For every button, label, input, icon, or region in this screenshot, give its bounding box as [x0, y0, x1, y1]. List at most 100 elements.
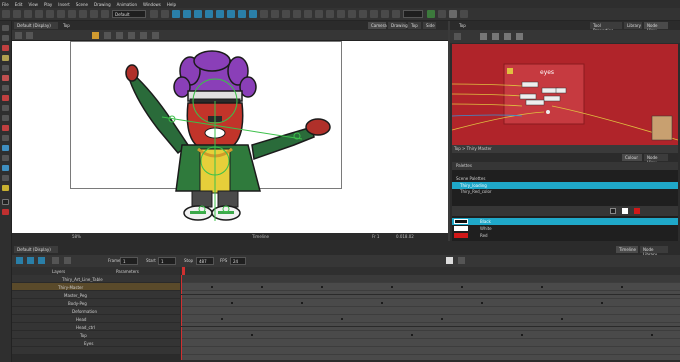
script-icon[interactable] — [438, 10, 446, 18]
node-graph[interactable]: eyes — [452, 44, 678, 145]
character-drawing[interactable] — [12, 41, 448, 233]
stroke-icon[interactable] — [348, 10, 356, 18]
import-icon[interactable] — [90, 10, 98, 18]
undo-icon[interactable] — [35, 10, 43, 18]
menu-insert[interactable]: Insert — [58, 2, 69, 7]
tab-side[interactable]: Side — [423, 22, 436, 29]
tab-node-view[interactable]: Node View — [644, 22, 668, 33]
tab-drawing[interactable]: Drawing — [388, 22, 408, 29]
link-icon[interactable] — [116, 32, 123, 39]
draw-mode-icon[interactable] — [427, 10, 435, 18]
line-icon[interactable] — [370, 10, 378, 18]
text-tool-icon[interactable] — [2, 65, 9, 71]
node-breadcrumb[interactable]: Top > Thiry Master — [454, 146, 492, 151]
dropper-tool-icon[interactable] — [2, 145, 9, 151]
new-icon[interactable] — [2, 10, 10, 18]
start-input[interactable]: 1 — [158, 257, 176, 265]
layer-row[interactable]: Thiry-Master — [12, 283, 180, 291]
camera-icon[interactable] — [293, 10, 301, 18]
menu-play[interactable]: Play — [44, 2, 52, 7]
hand-tool-icon[interactable] — [2, 155, 9, 161]
menu-scene[interactable]: Scene — [76, 2, 88, 7]
transform-icon[interactable] — [172, 10, 180, 18]
eraser-tool-icon[interactable] — [2, 75, 9, 81]
layer-row[interactable]: Master_Peg — [12, 291, 180, 299]
pan-icon[interactable] — [326, 10, 334, 18]
timeline-grid[interactable] — [181, 275, 680, 360]
playhead[interactable] — [182, 267, 185, 275]
red-swatch-icon[interactable] — [634, 208, 640, 214]
frame-ruler[interactable] — [181, 267, 680, 275]
layer-row[interactable]: Top — [12, 331, 180, 339]
onion-skin-icon[interactable] — [458, 257, 465, 264]
brush-tool-icon[interactable] — [2, 45, 9, 51]
redo-icon[interactable] — [46, 10, 54, 18]
paste-icon[interactable] — [79, 10, 87, 18]
morph-icon[interactable] — [227, 10, 235, 18]
grid-icon[interactable] — [282, 10, 290, 18]
tab-timeline[interactable]: Timeline — [616, 246, 638, 253]
tab-node-library[interactable]: Node Library — [640, 246, 668, 257]
cutter-tool-icon[interactable] — [2, 85, 9, 91]
reset-icon[interactable] — [337, 10, 345, 18]
rotate-view-icon[interactable] — [2, 175, 9, 181]
node-view-canvas[interactable]: eyes — [452, 44, 678, 145]
workspace-dropdown[interactable]: Default — [112, 10, 146, 18]
palette-item-selected[interactable]: Thiry_loading — [452, 182, 678, 189]
render-icon[interactable] — [449, 10, 457, 18]
sound-icon[interactable] — [64, 257, 71, 264]
node-group-icon[interactable] — [504, 33, 511, 40]
rotate-icon[interactable] — [183, 10, 191, 18]
rectangle-tool-icon[interactable] — [2, 115, 9, 121]
menu-edit[interactable]: Edit — [15, 2, 23, 7]
frame-input[interactable]: 1 — [120, 257, 138, 265]
key-icon[interactable] — [381, 10, 389, 18]
menu-windows[interactable]: Windows — [143, 2, 161, 7]
contour-editor-icon[interactable] — [2, 35, 9, 41]
motion-icon[interactable] — [392, 10, 400, 18]
palette-item-red[interactable]: Thiry_Red_color — [452, 189, 678, 195]
tab-colour[interactable]: Colour — [622, 154, 642, 161]
black-swatch-icon[interactable] — [610, 208, 616, 214]
layer-row[interactable]: Thiry_Art_Line_Table — [12, 275, 180, 283]
pause-icon[interactable] — [161, 10, 169, 18]
cut-icon[interactable] — [57, 10, 65, 18]
layer-row[interactable] — [12, 347, 180, 355]
tab-camera[interactable]: Camera — [368, 22, 387, 29]
node-add-icon[interactable] — [492, 33, 499, 40]
fps-input[interactable]: 24 — [230, 257, 246, 265]
open-icon[interactable] — [13, 10, 21, 18]
move-icon[interactable] — [216, 10, 224, 18]
menu-help[interactable]: Help — [167, 2, 176, 7]
menu-view[interactable]: View — [28, 2, 38, 7]
deform-icon[interactable] — [238, 10, 246, 18]
layer-row[interactable]: Eyes — [12, 339, 180, 347]
layer-row[interactable]: Head_ctrl — [12, 323, 180, 331]
flip-vertical-icon[interactable] — [152, 32, 159, 39]
stop-input[interactable]: 487 — [196, 257, 214, 265]
navigate-up-icon[interactable] — [480, 33, 487, 40]
background-color-icon[interactable] — [2, 209, 9, 215]
pencil-tool-icon[interactable] — [2, 55, 9, 61]
node-composite-icon[interactable] — [516, 33, 523, 40]
flip-icon[interactable] — [304, 10, 312, 18]
layer-row[interactable]: Head — [12, 315, 180, 323]
select-tool-icon[interactable] — [2, 25, 9, 31]
select-icon[interactable] — [104, 32, 111, 39]
light-table-icon[interactable] — [271, 10, 279, 18]
camera-viewer[interactable] — [12, 41, 448, 233]
flip-horizontal-icon[interactable] — [140, 32, 147, 39]
swatch-row-black[interactable]: Black — [452, 218, 678, 225]
play-icon[interactable] — [150, 10, 158, 18]
ellipse-tool-icon[interactable] — [2, 125, 9, 131]
menu-drawing[interactable]: Drawing — [94, 2, 111, 7]
node-menu-icon[interactable] — [454, 33, 461, 40]
lock-icon[interactable] — [92, 32, 99, 39]
tab-color-node-view[interactable]: Node View — [644, 154, 668, 165]
copy-icon[interactable] — [128, 32, 135, 39]
onion-icon[interactable] — [260, 10, 268, 18]
layer-row[interactable]: Deformation — [12, 307, 180, 315]
zoom-level[interactable]: 58% — [72, 234, 81, 239]
export-icon[interactable] — [101, 10, 109, 18]
menu-file[interactable]: File — [2, 2, 9, 7]
